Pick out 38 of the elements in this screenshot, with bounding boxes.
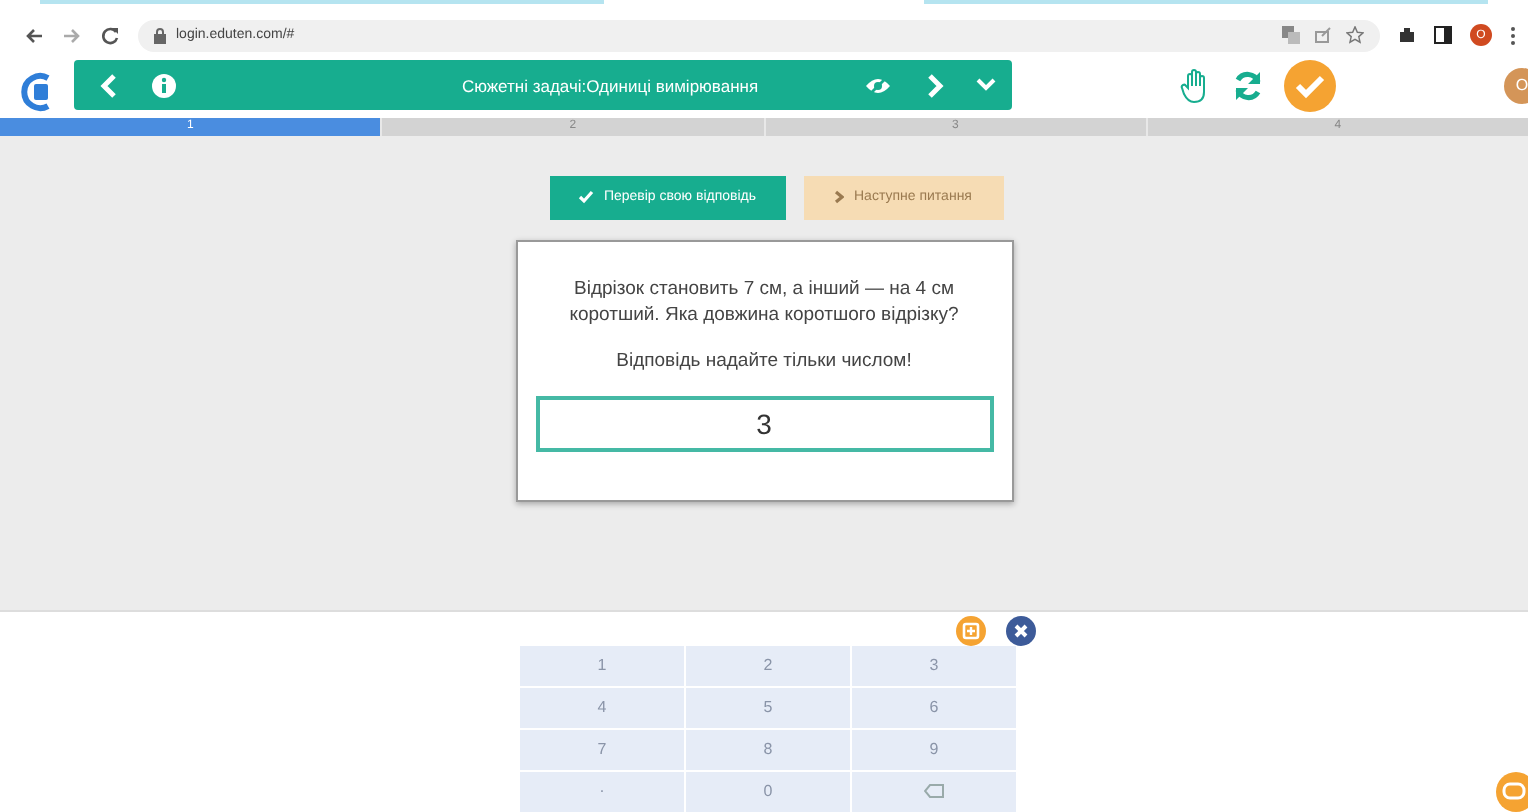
instruction-text: Відповідь надайте тільки числом! [616, 349, 912, 372]
chevron-down-icon[interactable] [976, 78, 996, 93]
keypad-key[interactable]: 5 [686, 687, 850, 728]
expand-icon[interactable] [956, 615, 986, 646]
keypad-key[interactable]: 0 [686, 771, 850, 812]
next-icon[interactable] [924, 73, 944, 98]
refresh-icon[interactable] [1232, 69, 1264, 102]
keypad-key[interactable]: 1 [520, 645, 684, 686]
close-icon[interactable] [1006, 615, 1036, 646]
translate-icon[interactable] [1282, 26, 1300, 45]
chat-icon[interactable] [1496, 771, 1528, 812]
keypad-key[interactable]: 9 [852, 729, 1016, 770]
backspace-icon [924, 784, 944, 799]
exercise-title: Сюжетні задачі:Одиниці вимірювання [459, 75, 761, 96]
check-icon [577, 190, 594, 205]
puzzle-icon[interactable] [1398, 26, 1416, 45]
keypad-key[interactable]: 2 [686, 645, 850, 686]
lock-icon [154, 27, 166, 44]
keypad-key[interactable]: 6 [852, 687, 1016, 728]
info-icon[interactable] [152, 73, 176, 98]
reload-icon[interactable] [100, 25, 120, 46]
star-icon[interactable] [1346, 26, 1364, 45]
share-icon[interactable] [1314, 26, 1332, 45]
keypad-key[interactable]: . [520, 771, 684, 812]
check-circle-icon[interactable] [1284, 59, 1336, 112]
question-text: Відрізок становить 7 см, а інший — на 4 см коротший. Яка довжина коротшого відрізку? [567, 275, 961, 328]
back-icon[interactable] [24, 25, 44, 46]
user-avatar[interactable]: O [1504, 67, 1528, 104]
sidepanel-icon[interactable] [1434, 26, 1452, 45]
keypad-key[interactable]: 3 [852, 645, 1016, 686]
keypad-key[interactable]: 7 [520, 729, 684, 770]
keypad-key[interactable]: 4 [520, 687, 684, 728]
menu-icon[interactable] [1510, 25, 1516, 46]
forward-icon[interactable] [62, 25, 82, 46]
keypad-key[interactable]: 8 [686, 729, 850, 770]
answer-field[interactable]: 3 [535, 395, 993, 452]
hidden-eye-icon[interactable] [864, 75, 892, 96]
chevron-right-icon [834, 190, 844, 205]
